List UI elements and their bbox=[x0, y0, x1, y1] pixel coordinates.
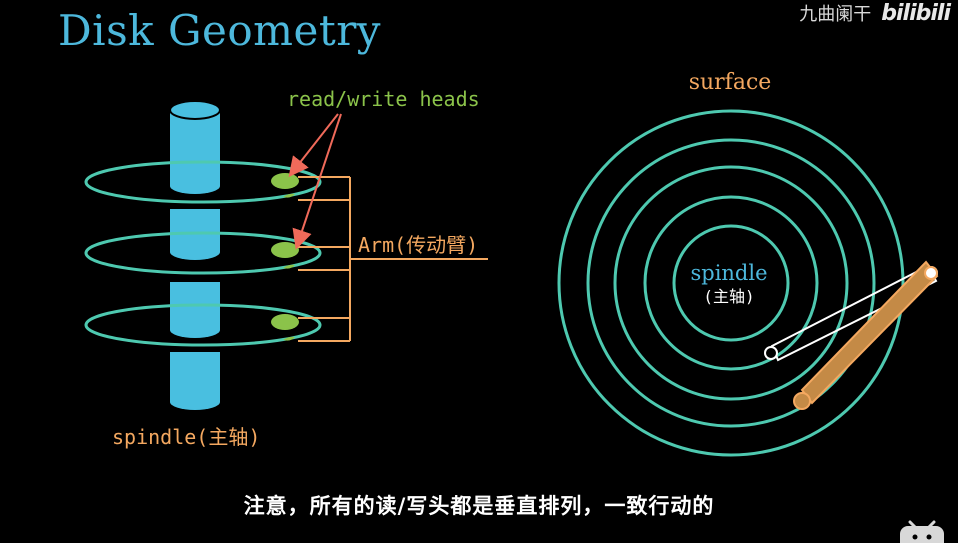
surface-label: surface bbox=[689, 70, 772, 95]
read-write-heads-label: read/write heads bbox=[287, 87, 480, 111]
arm-assembly bbox=[298, 176, 488, 342]
left-spindle-label: spindle(主轴) bbox=[112, 425, 260, 449]
bilibili-tv-icon bbox=[900, 520, 944, 543]
right-spindle-label: spindle bbox=[690, 261, 767, 285]
disk-geometry-diagram: read/write heads Arm(传动臂) spindle(主轴) su… bbox=[84, 70, 939, 457]
arm-label: Arm(传动臂) bbox=[358, 233, 478, 257]
spindle-cylinder bbox=[169, 100, 221, 410]
video-subtitle: 注意，所有的读/写头都是垂直排列，一致行动的 bbox=[243, 494, 715, 518]
right-spindle-cn-label: (主轴) bbox=[703, 287, 754, 306]
right-platter-top-view: surface spindle (主轴) bbox=[557, 70, 939, 457]
left-disk-stack: read/write heads Arm(传动臂) spindle(主轴) bbox=[84, 87, 488, 449]
actuator-arm bbox=[793, 260, 939, 410]
slide: Disk Geometry 九曲阑干 bilibili read/write h… bbox=[0, 0, 958, 543]
